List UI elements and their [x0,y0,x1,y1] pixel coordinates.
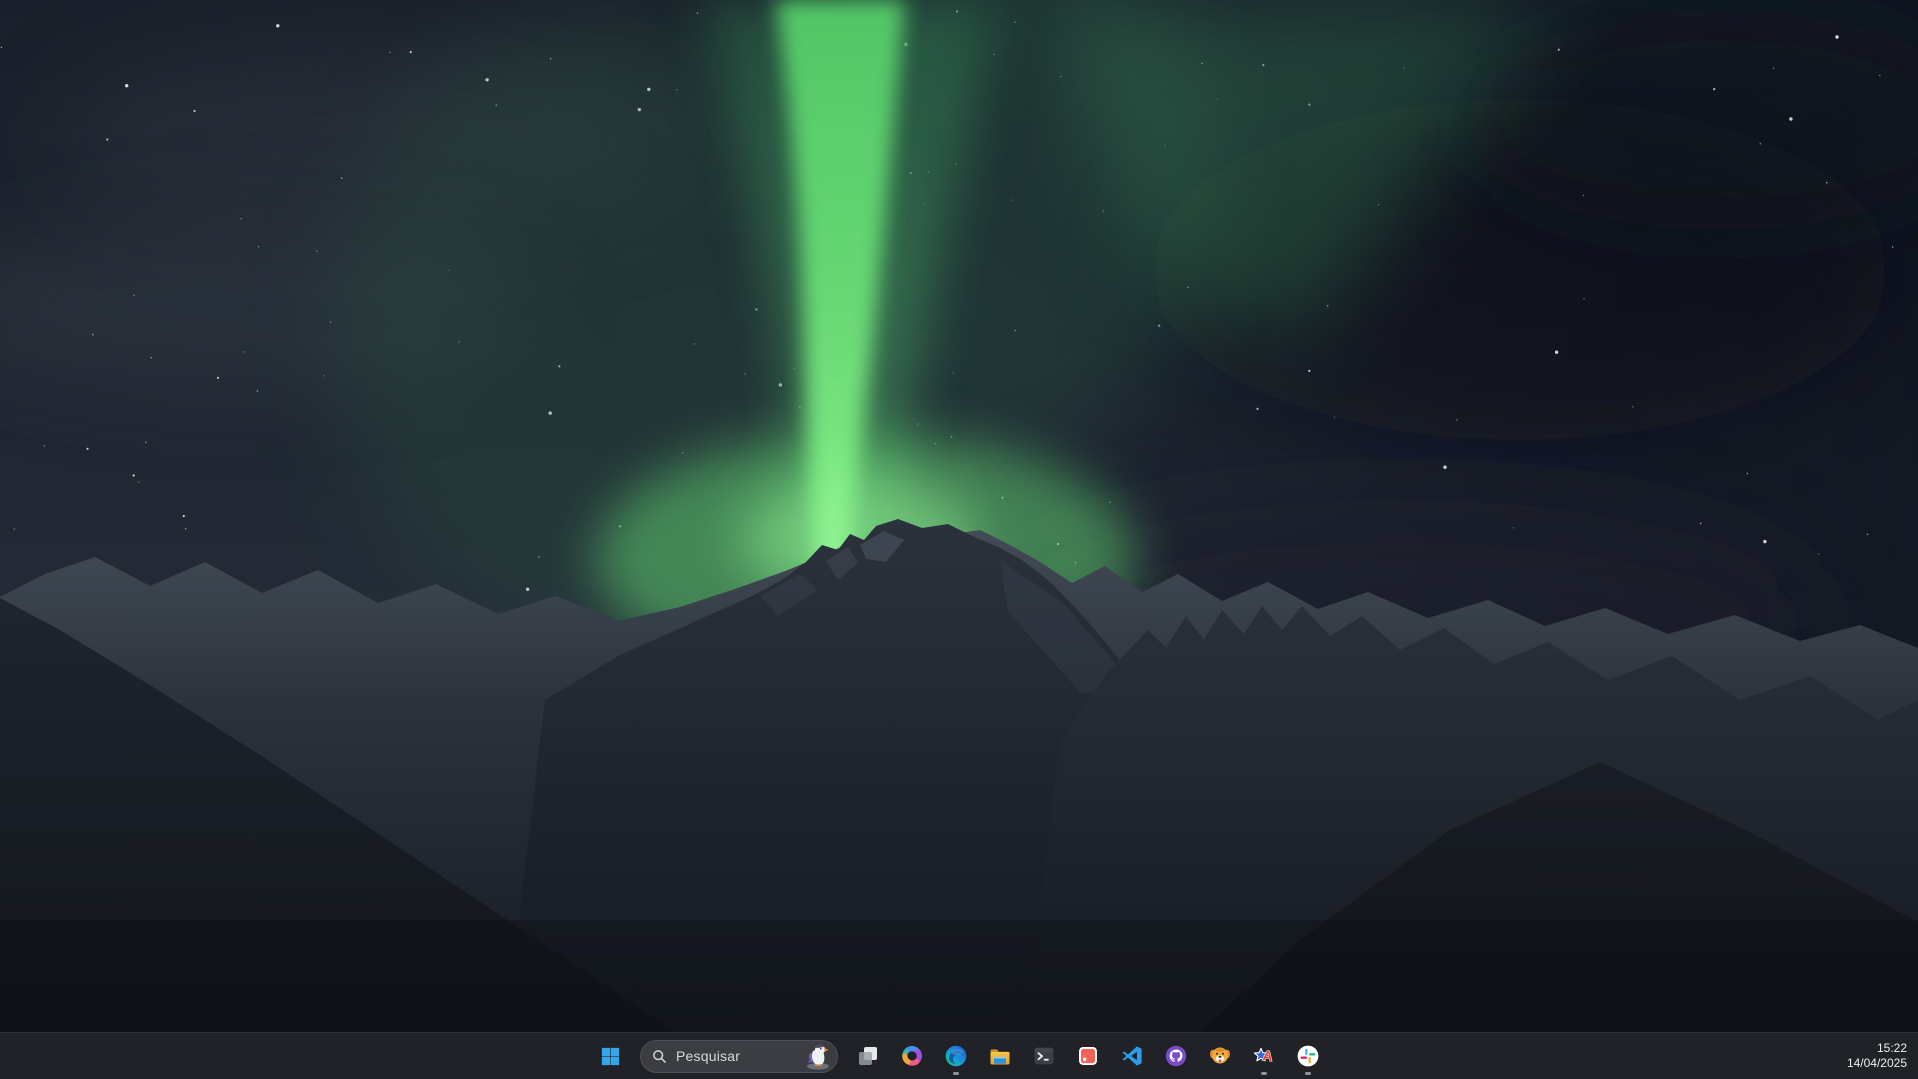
puffin-bird-image [803,1041,833,1071]
taskbar-app-github-desktop[interactable] [1162,1036,1190,1076]
running-indicator [1261,1072,1267,1075]
taskbar-app-slack[interactable] [1294,1036,1322,1076]
desktop-screen: Pesquisar [0,0,1918,1079]
taskbar-app-file-explorer[interactable] [986,1036,1014,1076]
clock-date: 14/04/2025 [1847,1056,1907,1071]
taskbar-app-red-app[interactable] [1074,1036,1102,1076]
search-icon [652,1049,667,1064]
vscode-icon [1120,1044,1144,1068]
search-input[interactable]: Pesquisar [640,1040,838,1073]
copilot-icon [900,1044,924,1068]
github-desktop-icon [1164,1044,1188,1068]
taskbar-center-group: Pesquisar [596,1033,1322,1079]
windows-start-icon [599,1045,622,1068]
taskbar-app-terminal[interactable] [1030,1036,1058,1076]
file-explorer-icon [988,1044,1012,1068]
taskbar-app-star-app[interactable]: A [1250,1036,1278,1076]
wallpaper-image [0,0,1918,1079]
slack-icon [1296,1044,1320,1068]
search-placeholder: Pesquisar [676,1048,740,1064]
taskbar-app-task-view[interactable] [854,1036,882,1076]
running-indicator [1305,1072,1311,1075]
taskbar-app-edge[interactable] [942,1036,970,1076]
star-app-icon: A [1252,1044,1276,1068]
terminal-icon [1032,1044,1056,1068]
taskbar-app-dog-app[interactable] [1206,1036,1234,1076]
red-app-icon [1076,1044,1100,1068]
taskbar: Pesquisar [0,1032,1918,1079]
running-indicator [953,1072,959,1075]
clock-time: 15:22 [1847,1041,1907,1056]
clock-area[interactable]: 15:22 14/04/2025 [1843,1039,1911,1073]
edge-icon [944,1044,968,1068]
task-view-icon [856,1044,880,1068]
taskbar-app-copilot[interactable] [898,1036,926,1076]
taskbar-apps: A [854,1036,1322,1076]
dog-app-icon [1208,1044,1232,1068]
taskbar-app-vscode[interactable] [1118,1036,1146,1076]
desktop-wallpaper [0,0,1918,1079]
start-button[interactable] [596,1036,624,1076]
svg-text:A: A [1262,1047,1274,1064]
